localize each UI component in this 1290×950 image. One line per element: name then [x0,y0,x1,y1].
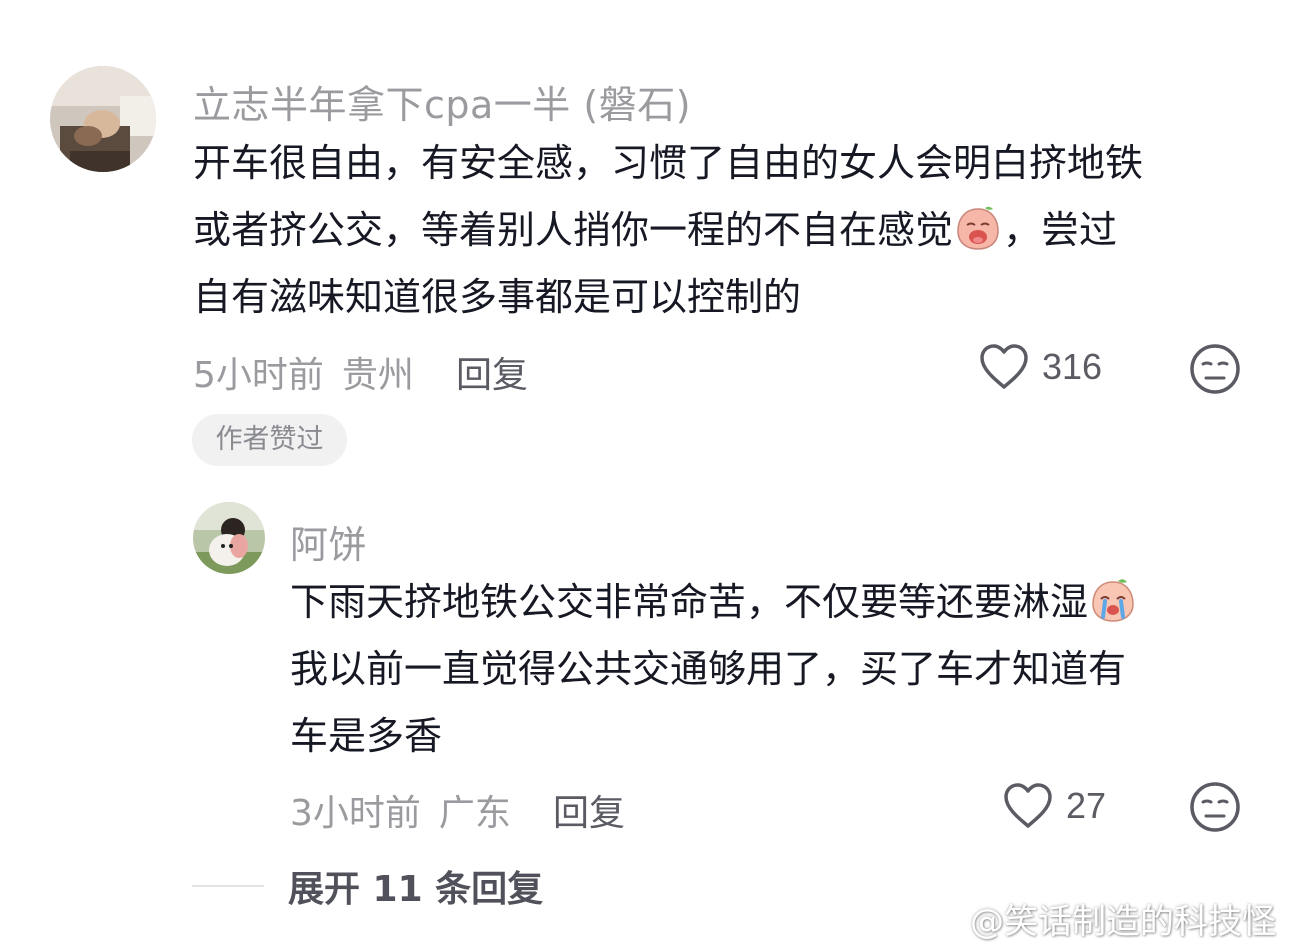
reply-dislike-button[interactable] [1189,781,1241,837]
comment-line-1: 开车很自由，有安全感，习惯了自由的女人会明白挤地铁 [193,141,1144,185]
tearful-face-emoji-icon [1090,577,1136,623]
dislike-face-icon [1190,782,1240,832]
commenter-avatar[interactable] [50,66,156,172]
reply-line-1-text: 下雨天挤地铁公交非常命苦，不仅要等还要淋湿 [290,580,1089,624]
reply-like-count: 27 [1066,785,1107,826]
dislike-face-icon [1190,344,1240,394]
reply-location: 广东 [438,793,511,834]
comment-time: 5小时前 [193,355,324,396]
comment-line-2-text: 或者挤公交，等着别人捎你一程的不自在感觉 [193,208,954,252]
crying-face-emoji-icon [955,205,1001,251]
author-liked-badge: 作者赞过 [192,414,347,466]
expand-replies-label: 展开 11 条回复 [288,869,544,910]
weibo-watermark: @笑话制造的科技怪 [920,894,1276,943]
expand-replies-button[interactable]: 展开 11 条回复 [192,860,543,912]
watermark-text: @笑话制造的科技怪 [970,902,1276,942]
reply-meta: 3小时前 广东 [290,784,511,836]
avatar-image [193,502,265,574]
comment-location: 贵州 [341,355,414,396]
reply-reply-button[interactable]: 回复 [553,784,625,836]
comment-text: 开车很自由，有安全感，习惯了自由的女人会明白挤地铁 或者挤公交，等着别人捎你一程… [193,130,1143,331]
comment-dislike-button[interactable] [1189,343,1241,399]
replier-username[interactable]: 阿饼 [290,514,367,569]
heart-icon [980,344,1028,389]
weibo-logo-icon [920,903,962,935]
reply-line-2: 我以前一直觉得公共交通够用了，买了车才知道有 [290,647,1127,691]
replier-avatar[interactable] [193,502,265,574]
reply-like-button[interactable]: 27 [1002,782,1106,830]
comment-line-3: 自有滋味知道很多事都是可以控制的 [193,275,802,319]
reply-time: 3小时前 [290,793,421,834]
reply-line-1: 下雨天挤地铁公交非常命苦，不仅要等还要淋湿 [290,569,1138,636]
expand-divider [192,885,264,887]
comment-line-2-tail: ，尝过 [1003,208,1118,252]
comment-meta: 5小时前 贵州 [193,346,414,398]
comment-like-count: 316 [1042,346,1103,387]
comment-line-2: 或者挤公交，等着别人捎你一程的不自在感觉 ，尝过 [193,197,1143,264]
avatar-image [50,66,156,172]
comment-reply-button[interactable]: 回复 [456,346,528,398]
reply-line-3: 车是多香 [290,714,443,758]
comment-like-button[interactable]: 316 [978,343,1102,391]
reply-text: 下雨天挤地铁公交非常命苦，不仅要等还要淋湿 我以前一直觉得公共交通够用了，买了车… [290,569,1138,770]
commenter-username[interactable]: 立志半年拿下cpa一半 (磐石) [193,74,691,129]
heart-icon [1004,783,1052,828]
